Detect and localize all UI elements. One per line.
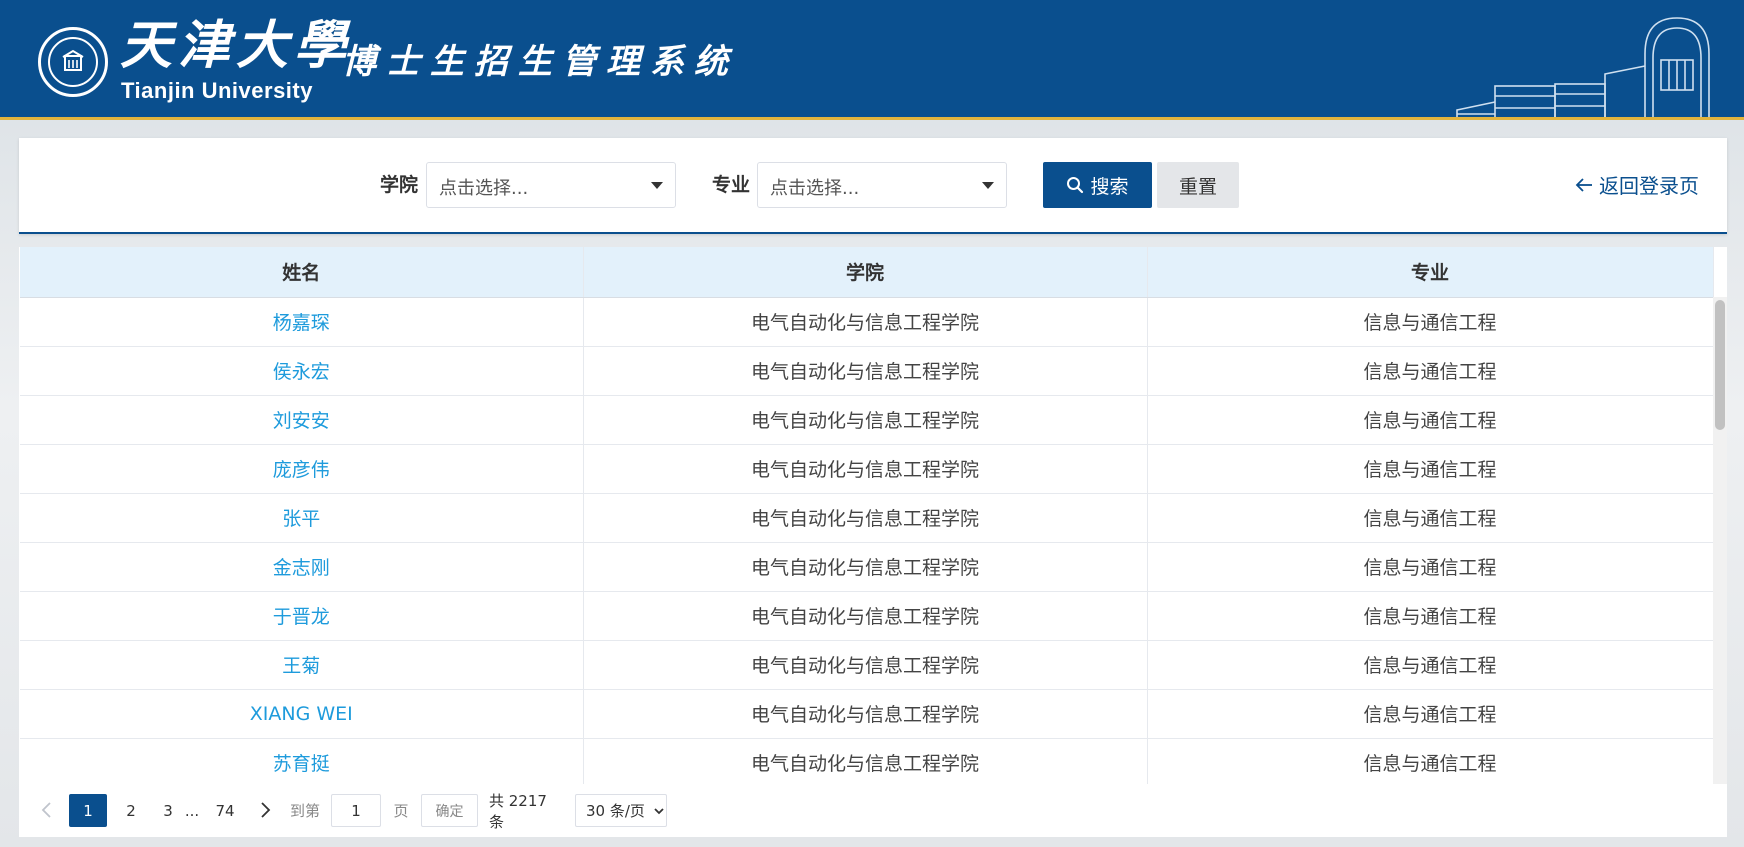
search-panel: 学院 点击选择... 专业 点击选择... 搜索 重置 返回登录页 xyxy=(19,138,1727,234)
cell-major: 信息与通信工程 xyxy=(1147,297,1714,347)
table-row: 金志刚 电气自动化与信息工程学院 信息与通信工程 xyxy=(20,542,1714,592)
system-title: 博士生招生管理系统 xyxy=(342,42,738,82)
results-table: 姓名 学院 专业 杨嘉琛 电气自动化与信息工程学院 信息与通信工程 侯永宏 电气… xyxy=(20,247,1714,784)
column-header-college: 学院 xyxy=(583,247,1148,298)
table-row: 苏育挺 电气自动化与信息工程学院 信息与通信工程 xyxy=(20,738,1714,784)
cell-major: 信息与通信工程 xyxy=(1147,395,1714,445)
table-row: 张平 电气自动化与信息工程学院 信息与通信工程 xyxy=(20,493,1714,543)
back-to-login-label: 返回登录页 xyxy=(1599,174,1699,198)
cell-name-link[interactable]: 王菊 xyxy=(20,640,584,690)
cell-college: 电气自动化与信息工程学院 xyxy=(583,297,1148,347)
cell-college: 电气自动化与信息工程学院 xyxy=(583,346,1148,396)
page-ellipsis: ... xyxy=(184,801,200,820)
pagination-bar: 1 2 3 ... 74 到第 1 页 确定 共 2217 条 30 条/页 xyxy=(19,784,1727,837)
total-count: 共 2217 条 xyxy=(489,791,547,831)
cell-college: 电气自动化与信息工程学院 xyxy=(583,395,1148,445)
cell-college: 电气自动化与信息工程学院 xyxy=(583,591,1148,641)
cell-college: 电气自动化与信息工程学院 xyxy=(583,689,1148,739)
college-select[interactable]: 点击选择... xyxy=(426,162,676,208)
page-link-last[interactable]: 74 xyxy=(205,794,245,827)
cell-major: 信息与通信工程 xyxy=(1147,346,1714,396)
major-label: 专业 xyxy=(712,174,751,196)
results-table-container: 姓名 学院 专业 杨嘉琛 电气自动化与信息工程学院 信息与通信工程 侯永宏 电气… xyxy=(19,247,1727,784)
cell-major: 信息与通信工程 xyxy=(1147,640,1714,690)
goto-confirm-button[interactable]: 确定 xyxy=(421,794,478,827)
page-size-select[interactable]: 30 条/页 xyxy=(575,794,667,827)
cell-name-link[interactable]: 张平 xyxy=(20,493,584,543)
table-scrollbar[interactable] xyxy=(1713,297,1727,784)
table-row: XIANG WEI 电气自动化与信息工程学院 信息与通信工程 xyxy=(20,689,1714,739)
cell-major: 信息与通信工程 xyxy=(1147,542,1714,592)
arrow-left-icon xyxy=(1575,177,1592,192)
cell-name-link[interactable]: 苏育挺 xyxy=(20,738,584,784)
cell-name-link[interactable]: 庞彦伟 xyxy=(20,444,584,494)
cell-name-link[interactable]: 刘安安 xyxy=(20,395,584,445)
major-select[interactable]: 点击选择... xyxy=(757,162,1007,208)
page-unit-label: 页 xyxy=(393,802,409,820)
cell-name-link[interactable]: 于晋龙 xyxy=(20,591,584,641)
table-row: 刘安安 电气自动化与信息工程学院 信息与通信工程 xyxy=(20,395,1714,445)
table-row: 杨嘉琛 电气自动化与信息工程学院 信息与通信工程 xyxy=(20,297,1714,347)
back-to-login-link[interactable]: 返回登录页 xyxy=(1575,170,1699,199)
search-icon xyxy=(1067,177,1084,194)
column-header-major: 专业 xyxy=(1147,247,1714,298)
table-row: 庞彦伟 电气自动化与信息工程学院 信息与通信工程 xyxy=(20,444,1714,494)
prev-page-icon[interactable] xyxy=(37,799,57,821)
cell-college: 电气自动化与信息工程学院 xyxy=(583,738,1148,784)
table-row: 王菊 电气自动化与信息工程学院 信息与通信工程 xyxy=(20,640,1714,690)
reset-button[interactable]: 重置 xyxy=(1157,162,1239,208)
campus-building-illustration xyxy=(1456,17,1710,117)
chevron-down-icon xyxy=(651,182,663,189)
goto-label: 到第 xyxy=(289,802,320,820)
cell-major: 信息与通信工程 xyxy=(1147,738,1714,784)
site-header: 天津大學 Tianjin University 博士生招生管理系统 xyxy=(0,0,1744,120)
university-name-english: Tianjin University xyxy=(121,78,313,103)
scrollbar-thumb[interactable] xyxy=(1715,300,1725,430)
cell-name-link[interactable]: XIANG WEI xyxy=(20,689,584,739)
cell-name-link[interactable]: 金志刚 xyxy=(20,542,584,592)
page-current[interactable]: 1 xyxy=(69,794,107,827)
search-button[interactable]: 搜索 xyxy=(1043,162,1152,208)
goto-page-input[interactable]: 1 xyxy=(331,794,381,827)
cell-major: 信息与通信工程 xyxy=(1147,444,1714,494)
chevron-down-icon xyxy=(654,807,664,814)
search-button-label: 搜索 xyxy=(1090,175,1129,198)
next-page-icon[interactable] xyxy=(255,799,275,821)
cell-college: 电气自动化与信息工程学院 xyxy=(583,444,1148,494)
college-select-placeholder: 点击选择... xyxy=(439,178,529,199)
table-row: 于晋龙 电气自动化与信息工程学院 信息与通信工程 xyxy=(20,591,1714,641)
page-size-value: 30 条/页 xyxy=(586,802,645,820)
cell-major: 信息与通信工程 xyxy=(1147,493,1714,543)
university-seal-logo xyxy=(38,27,108,97)
seal-emblem-icon xyxy=(62,49,84,71)
cell-name-link[interactable]: 侯永宏 xyxy=(20,346,584,396)
major-select-placeholder: 点击选择... xyxy=(770,178,860,199)
college-label: 学院 xyxy=(380,174,419,196)
cell-major: 信息与通信工程 xyxy=(1147,591,1714,641)
seal-inner-ring xyxy=(48,37,98,87)
cell-name-link[interactable]: 杨嘉琛 xyxy=(20,297,584,347)
cell-college: 电气自动化与信息工程学院 xyxy=(583,493,1148,543)
cell-college: 电气自动化与信息工程学院 xyxy=(583,640,1148,690)
cell-major: 信息与通信工程 xyxy=(1147,689,1714,739)
column-header-name: 姓名 xyxy=(20,247,584,298)
cell-college: 电气自动化与信息工程学院 xyxy=(583,542,1148,592)
page-link[interactable]: 2 xyxy=(116,794,146,827)
table-row: 侯永宏 电气自动化与信息工程学院 信息与通信工程 xyxy=(20,346,1714,396)
table-header-row: 姓名 学院 专业 xyxy=(20,247,1714,298)
chevron-down-icon xyxy=(982,182,994,189)
university-name-chinese: 天津大學 xyxy=(120,15,353,76)
